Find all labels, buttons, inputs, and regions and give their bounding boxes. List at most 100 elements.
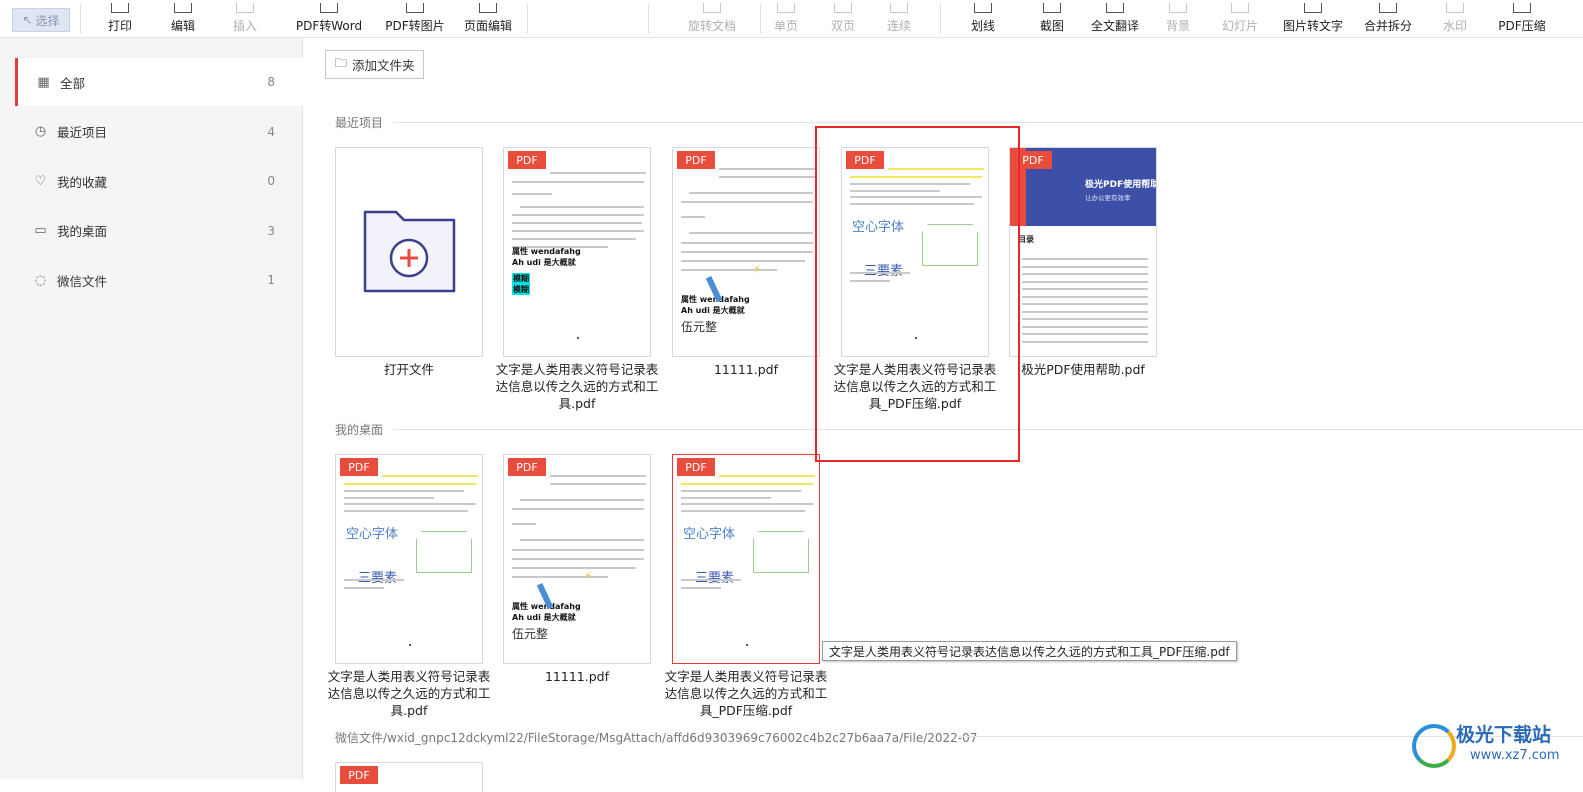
text-line [512, 558, 644, 560]
sidebar: ▦ 全部 8 ◷ 最近项目 4 ♡ 我的收藏 0 ▭ 我的桌面 3 ◌ 微信文件 1 [0, 38, 303, 779]
text-line [850, 196, 982, 198]
thumbnail-text: 三要素 [864, 260, 903, 279]
thumbnail-text: 空心字体 [683, 527, 736, 542]
section-title-recent: 最近项目 [335, 116, 384, 130]
page-dot [409, 644, 411, 646]
filename-tooltip: 文字是人类用表义符号记录表达信息以传之久远的方式和工具_PDF压缩.pdf [822, 641, 1237, 661]
toolbar-icon [1231, 3, 1249, 13]
page-dot [915, 337, 917, 339]
toolbar: ↖ 选择 打印 编辑 插入 PDF转Word PDF转图片 页面编辑 旋转文档 单页 双页 连续 划… [0, 0, 1583, 38]
toolbar-separator [527, 4, 528, 34]
pdf-badge: PDF [508, 151, 546, 169]
text-line [550, 475, 646, 477]
sidebar-item-count: 3 [267, 223, 275, 238]
sidebar-item-label: 我的收藏 [57, 174, 108, 190]
page-dot [577, 337, 579, 339]
file-thumbnail: PDF 空心字体三要素 [672, 454, 820, 664]
toolbar-button-label: PDF转Word [295, 19, 363, 33]
file-thumbnail: PDF 属性 wendafahg Ah udi 是大概就 模糊 模糊 [503, 147, 651, 357]
text-line [689, 192, 813, 194]
file-card[interactable]: PDF 属性 wendafahg Ah udi 是大概就 模糊 模糊文字是人类用表义符号… [496, 147, 658, 411]
sidebar-item-4[interactable]: ◌ 微信文件 1 [15, 256, 303, 304]
thumbnail-text: 极光PDF使用帮助 [1085, 180, 1157, 190]
toolbar-icon [890, 3, 908, 13]
toolbar-button-label: 截图 [1039, 19, 1064, 33]
toolbar-icon [1513, 3, 1531, 13]
text-line [344, 497, 434, 499]
toolbar-icon [834, 3, 852, 13]
toolbar-button-label: PDF转图片 [385, 19, 445, 33]
toolbar-button-label: 图片转文字 [1282, 19, 1343, 33]
file-name: 打开文件 [383, 362, 434, 377]
file-card[interactable]: PDF 属性 wendafahg Ah udi 是大概就 伍元整 ⚡ 11111.pdf [503, 454, 651, 684]
toolbar-icon [1304, 3, 1322, 13]
toolbar-button-15[interactable]: 图片转文字 [1273, 0, 1353, 37]
text-line [550, 483, 646, 485]
toolbar-button-5[interactable]: 页面编辑 [448, 0, 528, 37]
thumbnail-text: 空心字体 [852, 220, 905, 235]
grid-icon: ▦ [37, 74, 50, 90]
select-tool-button[interactable]: ↖ 选择 [12, 8, 70, 32]
file-card[interactable]: PDF 极光PDF使用帮助 让办公更有效率 目录 极光PDF使用帮助.pdf [1009, 147, 1157, 377]
toolbar-button-10[interactable]: 划线 [943, 0, 1023, 37]
toolbar-button-2[interactable]: 插入 [205, 0, 285, 37]
file-card[interactable]: PDF 空心字体三要素文字是人类用表义符号记录表达信息以传之久远的方式和工具_PD… [665, 454, 827, 718]
cursor-icon: ↖ [22, 13, 33, 27]
file-card[interactable]: PDF 空心字体三要素文字是人类用表义符号记录表达信息以传之久远的方式和工具_PD… [834, 147, 996, 411]
toolbar-button-label: PDF压缩 [1498, 19, 1546, 33]
toolbar-icon [111, 3, 129, 13]
toolbar-button-4[interactable]: PDF转图片 [375, 0, 455, 37]
text-line [1022, 288, 1148, 290]
file-thumbnail: PDF 属性 wendafahg Ah udi 是大概就 伍元整 ⚡ [503, 454, 651, 664]
toolbar-button-18[interactable]: PDF压缩 [1482, 0, 1562, 37]
sidebar-item-label: 全部 [60, 75, 86, 91]
text-line [850, 272, 910, 274]
sidebar-item-0[interactable]: ▦ 全部 8 [15, 58, 303, 106]
text-line [850, 203, 974, 205]
sidebar-item-1[interactable]: ◷ 最近项目 4 [15, 108, 303, 156]
toolbar-icon [1446, 3, 1464, 13]
clock-icon: ◷ [34, 124, 47, 139]
file-card[interactable]: PDF 属性 wendafahg Ah udi 是大概就 伍元整 ⚡ 11111.pdf [672, 147, 820, 377]
toolbar-icon [974, 3, 992, 13]
toolbar-button-label: 双页 [830, 19, 855, 33]
sidebar-item-count: 1 [267, 273, 275, 287]
text-line [520, 206, 644, 208]
divider [393, 429, 1583, 430]
sidebar-item-3[interactable]: ▭ 我的桌面 3 [15, 207, 303, 255]
file-thumbnail: PDF 属性 wendafahg Ah udi 是大概就 伍元整 ⚡ [672, 147, 820, 357]
sidebar-item-2[interactable]: ♡ 我的收藏 0 [15, 157, 303, 205]
folder-icon: 🗀 [334, 55, 347, 70]
thumbnail-text: 模糊 [512, 273, 530, 284]
open-file-button[interactable]: 打开文件 [335, 147, 483, 377]
toolbar-button-label: 单页 [773, 19, 798, 33]
file-card[interactable]: PDF 空心字体三要素文字是人类用表义符号记录表达信息以传之久远的方式和工具.pd… [328, 454, 490, 718]
toolbar-button-label: 全文翻译 [1090, 19, 1139, 33]
text-line [512, 193, 552, 195]
sidebar-item-label: 我的桌面 [57, 224, 108, 239]
pdf-badge: PDF [508, 458, 546, 476]
toolbar-button-14[interactable]: 幻灯片 [1200, 0, 1280, 37]
file-thumbnail: PDF 空心字体三要素 [335, 454, 483, 664]
text-line [681, 269, 777, 271]
text-line [681, 503, 813, 505]
text-line [344, 490, 464, 492]
toolbar-button-6[interactable]: 旋转文档 [672, 0, 752, 37]
shape-outline [753, 531, 809, 573]
text-line [681, 483, 813, 485]
toolbar-button-3[interactable]: PDF转Word [289, 0, 369, 37]
page-dot [746, 644, 748, 646]
lightning-icon: ⚡ [584, 569, 593, 583]
file-name: 文字是人类用表义符号记录表达信息以传之久远的方式和工具.pdf [495, 362, 659, 411]
text-line [850, 190, 940, 192]
text-line [344, 503, 476, 505]
add-folder-button[interactable]: 🗀 添加文件夹 [325, 50, 424, 79]
sidebar-item-count: 8 [267, 75, 275, 89]
file-thumbnail: PDF 极光PDF使用帮助 让办公更有效率 目录 [1009, 147, 1157, 357]
file-card-partial[interactable]: PDF [335, 762, 483, 792]
text-line [681, 260, 805, 262]
thumbnail-text: 三要素 [358, 567, 397, 586]
toolbar-button-9[interactable]: 连续 [859, 0, 939, 37]
toolbar-button-label: 幻灯片 [1221, 19, 1258, 33]
toolbar-button-label: 合并拆分 [1363, 19, 1412, 33]
